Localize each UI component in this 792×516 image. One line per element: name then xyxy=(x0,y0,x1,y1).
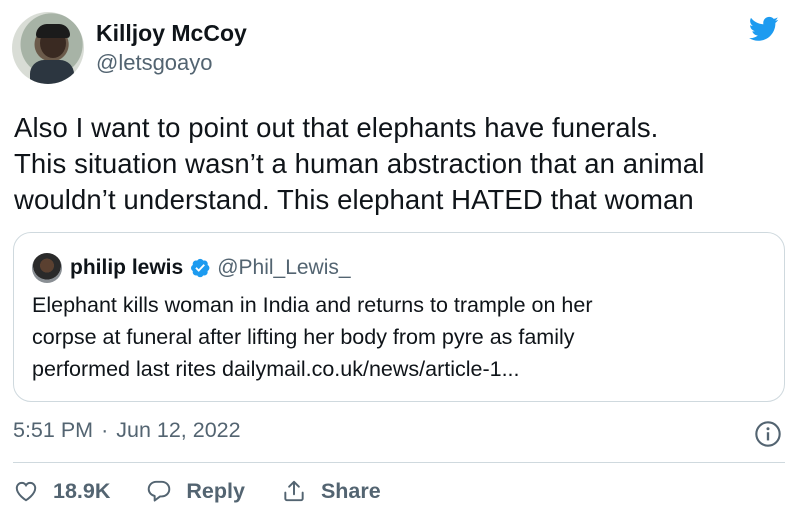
tweet-card: Killjoy McCoy @letsgoayo Also I want to … xyxy=(0,0,792,516)
tweet-date: Jun 12, 2022 xyxy=(116,418,241,442)
avatar-cap xyxy=(36,24,70,38)
author-avatar[interactable] xyxy=(12,12,84,84)
quoted-author-avatar xyxy=(32,253,62,283)
tweet-author[interactable]: Killjoy McCoy @letsgoayo xyxy=(12,12,247,84)
like-count: 18.9K xyxy=(53,478,111,503)
heart-icon xyxy=(15,481,37,502)
share-label: Share xyxy=(320,478,381,503)
author-names: Killjoy McCoy @letsgoayo xyxy=(96,18,247,78)
divider xyxy=(13,462,785,463)
share-button[interactable]: Share xyxy=(281,478,381,504)
reply-label: Reply xyxy=(186,478,245,503)
avatar-shirt xyxy=(30,60,74,84)
timestamp-separator: · xyxy=(101,418,109,442)
author-handle[interactable]: @letsgoayo xyxy=(96,48,247,78)
quoted-tweet[interactable]: philip lewis @Phil_Lewis_ Elephant kills… xyxy=(13,232,785,402)
tweet-actions: 18.9K Reply Share xyxy=(13,478,417,504)
like-button[interactable]: 18.9K xyxy=(13,478,110,504)
tweet-text: Also I want to point out that elephants … xyxy=(14,112,705,215)
quoted-tweet-text: Elephant kills woman in India and return… xyxy=(32,293,593,381)
tweet-time: 5:51 PM xyxy=(13,418,94,442)
quoted-author-handle: @Phil_Lewis_ xyxy=(217,256,351,279)
info-icon[interactable] xyxy=(754,420,782,448)
reply-icon xyxy=(148,480,171,502)
quoted-tweet-header: philip lewis @Phil_Lewis_ xyxy=(32,253,351,283)
author-display-name[interactable]: Killjoy McCoy xyxy=(96,18,247,48)
tweet-timestamp[interactable]: 5:51 PM · Jun 12, 2022 xyxy=(13,418,241,443)
verified-badge-icon xyxy=(191,258,210,278)
quoted-author-name: philip lewis xyxy=(70,256,184,279)
reply-button[interactable]: Reply xyxy=(146,478,245,504)
share-icon xyxy=(284,480,304,502)
twitter-bird-icon[interactable] xyxy=(746,14,782,44)
